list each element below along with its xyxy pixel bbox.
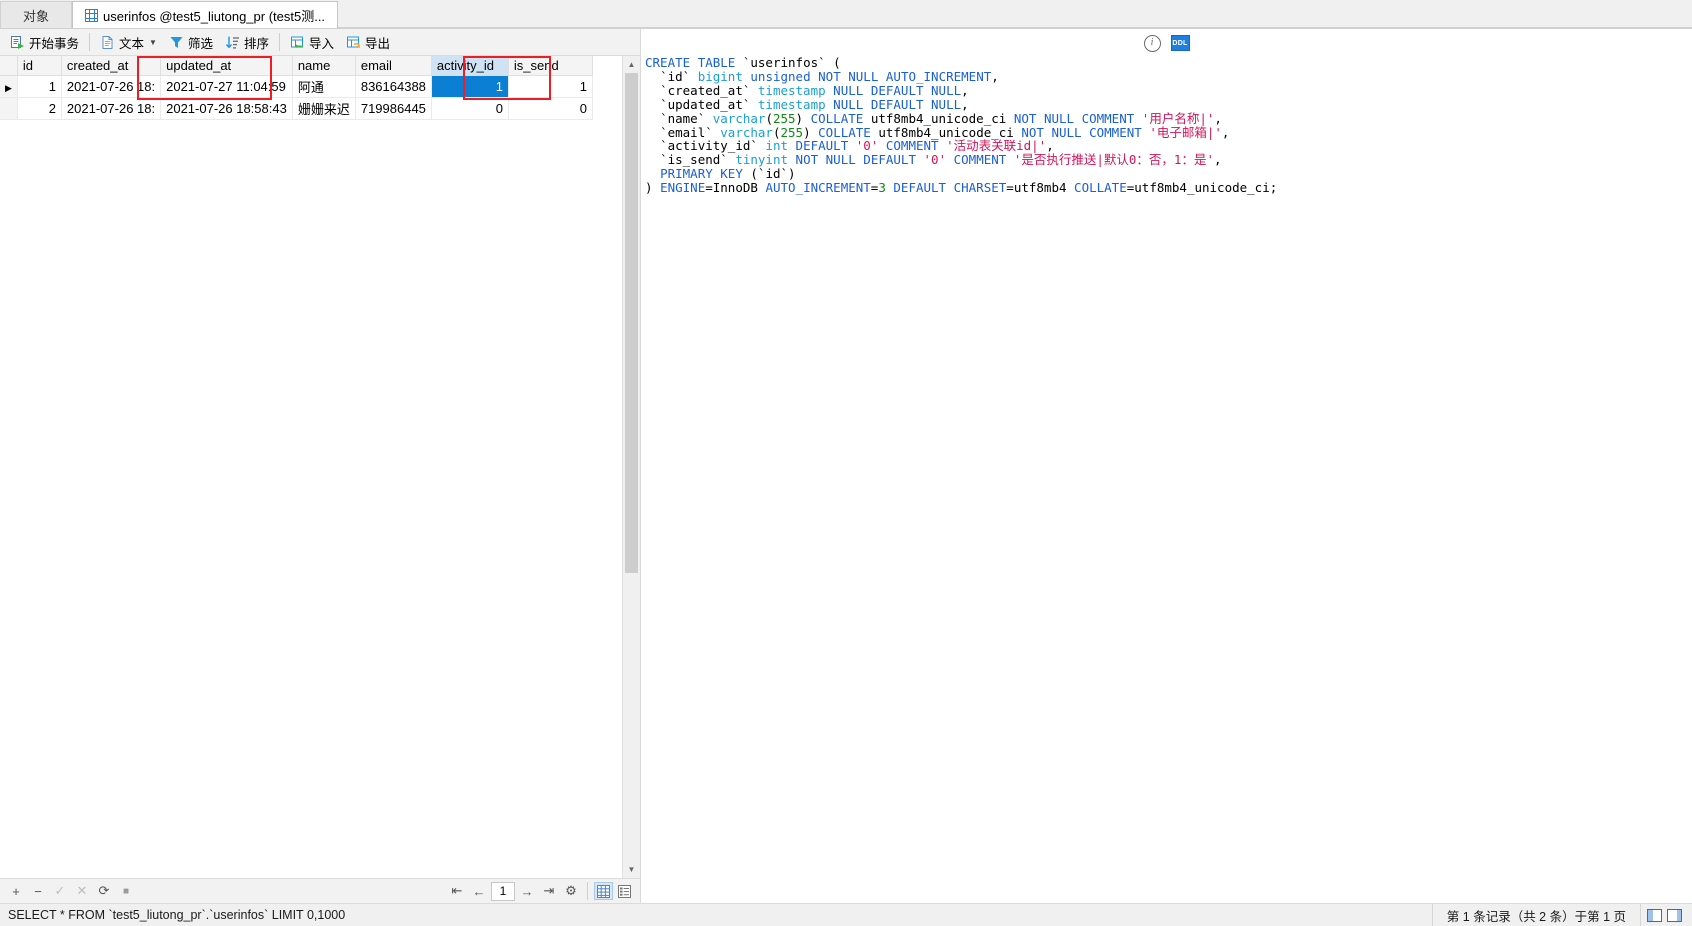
ddl-pane: i DDL CREATE TABLE `userinfos` ( `id` bi… <box>641 29 1692 903</box>
export-button-label: 导出 <box>365 36 391 51</box>
import-button-label: 导入 <box>308 36 334 51</box>
stop-button[interactable]: ■ <box>116 882 136 900</box>
add-record-button[interactable]: + <box>6 882 26 900</box>
scroll-thumb[interactable] <box>625 73 638 573</box>
cell-name[interactable]: 阿通 <box>292 75 356 98</box>
grid-header-row: id created_at updated_at name email activity_… <box>0 56 593 76</box>
delete-record-button[interactable]: − <box>28 882 48 900</box>
sort-button-label: 排序 <box>243 36 269 51</box>
data-pane: 开始事务 文本 ▼ 筛选 排序 导入 导出 id created_at upda… <box>0 29 641 903</box>
tab-strip-filler <box>338 0 1692 28</box>
cell-email[interactable]: 836164388 <box>355 75 432 98</box>
grid-body: ▶ 1 2021-07-26 18: 2021-07-27 11:04:59 阿通 836… <box>0 75 593 120</box>
last-page-button[interactable]: ⇥ <box>539 882 559 900</box>
navbar-separator <box>587 882 588 900</box>
tab-objects[interactable]: 对象 <box>0 1 73 28</box>
text-button-label: 文本 <box>119 36 145 51</box>
scroll-down-button[interactable]: ▼ <box>623 861 640 878</box>
cell-email[interactable]: 719986445 <box>355 97 432 120</box>
column-header-email[interactable]: email <box>355 56 432 76</box>
table-grid-icon <box>85 8 99 22</box>
status-bar: SELECT * FROM `test5_liutong_pr`.`userin… <box>0 903 1692 926</box>
cell-id[interactable]: 2 <box>17 97 62 120</box>
column-header-activity_id[interactable]: activity_id <box>431 56 509 76</box>
column-header-updated_at[interactable]: updated_at <box>160 56 293 76</box>
export-icon <box>346 35 361 50</box>
grid-view-icon <box>597 884 610 898</box>
tab-strip: 对象 userinfos @test5_liutong_pr (test5测..… <box>0 0 1692 29</box>
record-navigation-bar: + − ✓ ✕ ⟳ ■ ⇤ ← 1 → ⇥ ⚙ <box>0 878 640 903</box>
toggle-right-panel-icon[interactable] <box>1667 908 1682 922</box>
scroll-track[interactable] <box>623 73 640 861</box>
cell-name[interactable]: 姗姗来迟 <box>292 97 356 120</box>
row-marker[interactable] <box>0 97 18 120</box>
document-icon <box>100 35 115 50</box>
cell-activity_id[interactable]: 1 <box>431 75 509 98</box>
grid-view-toggle[interactable] <box>594 882 613 900</box>
data-grid[interactable]: id created_at updated_at name email activity_… <box>0 56 593 120</box>
cell-created_at[interactable]: 2021-07-26 18: <box>61 97 162 120</box>
ddl-toolbar: i DDL <box>641 29 1692 57</box>
status-panel-toggles <box>1641 908 1692 922</box>
navicat-window: 对象 userinfos @test5_liutong_pr (test5测..… <box>0 0 1692 926</box>
main-body: 开始事务 文本 ▼ 筛选 排序 导入 导出 id created_at upda… <box>0 29 1692 903</box>
cell-created_at[interactable]: 2021-07-26 18: <box>61 75 162 98</box>
page-number-input[interactable]: 1 <box>491 881 515 901</box>
grid-vertical-scrollbar[interactable]: ▲ ▼ <box>622 56 640 878</box>
ddl-sql-text: CREATE TABLE `userinfos` ( `id` bigint u… <box>645 55 1278 196</box>
grid-toolbar: 开始事务 文本 ▼ 筛选 排序 导入 导出 <box>0 29 640 56</box>
filter-button-label: 筛选 <box>187 36 213 51</box>
tab-objects-label: 对象 <box>23 8 50 24</box>
toolbar-separator-2 <box>278 33 280 51</box>
settings-button[interactable]: ⚙ <box>561 882 581 900</box>
data-grid-region: id created_at updated_at name email activity_… <box>0 56 640 878</box>
apply-changes-button[interactable]: ✓ <box>50 882 70 900</box>
cell-is_send[interactable]: 1 <box>508 75 593 98</box>
status-query-text: SELECT * FROM `test5_liutong_pr`.`userin… <box>8 908 346 922</box>
cell-id[interactable]: 1 <box>17 75 62 98</box>
first-page-button[interactable]: ⇤ <box>447 882 467 900</box>
cell-activity_id[interactable]: 0 <box>431 97 509 120</box>
refresh-button[interactable]: ⟳ <box>94 882 114 900</box>
sort-button[interactable]: 排序 <box>219 31 275 53</box>
cell-is_send[interactable]: 0 <box>508 97 593 120</box>
cell-updated_at[interactable]: 2021-07-27 11:04:59 <box>160 75 293 98</box>
row-marker-header <box>0 56 18 76</box>
import-button[interactable]: 导入 <box>284 31 340 53</box>
filter-icon <box>169 35 184 50</box>
column-header-name[interactable]: name <box>292 56 356 76</box>
chevron-down-icon[interactable]: ▼ <box>149 38 157 47</box>
ddl-icon[interactable]: DDL <box>1170 35 1190 51</box>
table-row[interactable]: ▶ 1 2021-07-26 18: 2021-07-27 11:04:59 阿通 836… <box>0 75 593 98</box>
scroll-up-button[interactable]: ▲ <box>623 56 640 73</box>
filter-button[interactable]: 筛选 <box>163 31 219 53</box>
begin-transaction-label: 开始事务 <box>29 36 80 51</box>
next-page-button[interactable]: → <box>517 882 537 900</box>
form-view-icon <box>618 884 631 898</box>
column-header-is_send[interactable]: is_send <box>508 56 593 76</box>
row-marker[interactable]: ▶ <box>0 75 18 98</box>
begin-transaction-button[interactable]: 开始事务 <box>4 31 85 53</box>
previous-page-button[interactable]: ← <box>469 882 489 900</box>
column-header-created_at[interactable]: created_at <box>61 56 162 76</box>
form-view-toggle[interactable] <box>615 882 634 900</box>
cancel-changes-button[interactable]: ✕ <box>72 882 92 900</box>
cell-updated_at[interactable]: 2021-07-26 18:58:43 <box>160 97 293 120</box>
toolbar-separator-1 <box>89 33 91 51</box>
sort-icon <box>225 35 240 50</box>
info-icon[interactable]: i <box>1143 34 1161 52</box>
import-icon <box>290 35 305 50</box>
data-grid-scroll[interactable]: id created_at updated_at name email activity_… <box>0 56 622 878</box>
tab-userinfos-label: userinfos @test5_liutong_pr (test5测... <box>103 8 326 24</box>
text-button[interactable]: 文本 ▼ <box>94 31 163 53</box>
export-button[interactable]: 导出 <box>340 31 396 53</box>
status-record-count: 第 1 条记录（共 2 条）于第 1 页 <box>1446 909 1626 924</box>
transaction-icon <box>10 35 25 50</box>
tab-userinfos[interactable]: userinfos @test5_liutong_pr (test5测... <box>72 1 339 28</box>
toggle-left-panel-icon[interactable] <box>1647 908 1662 922</box>
table-row[interactable]: 2 2021-07-26 18: 2021-07-26 18:58:43 姗姗来迟 71… <box>0 97 593 120</box>
column-header-id[interactable]: id <box>17 56 62 76</box>
